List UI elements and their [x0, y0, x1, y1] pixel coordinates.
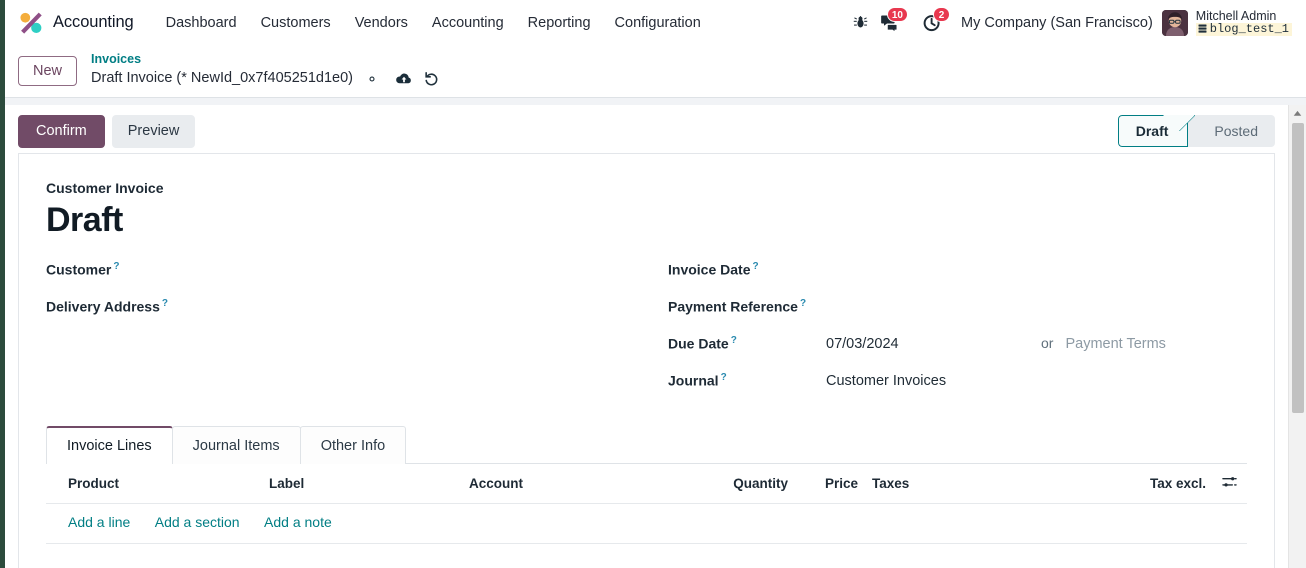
add-a-note-link[interactable]: Add a note [264, 514, 332, 530]
menu-item-configuration[interactable]: Configuration [603, 9, 713, 37]
confirm-button[interactable]: Confirm [18, 115, 105, 148]
tab-other-info[interactable]: Other Info [299, 425, 407, 464]
field-due-date-input[interactable]: 07/03/2024 [826, 336, 1041, 352]
due-date-or-separator: or [1041, 335, 1054, 352]
field-payment-reference-label: Payment Reference? [668, 297, 807, 315]
column-header-tax-excl[interactable]: Tax excl. [1116, 463, 1214, 504]
notebook: Invoice Lines Journal Items Other Info P… [46, 425, 1247, 568]
form-group-right: Invoice Date? Payment Reference? Due Dat… [668, 261, 1247, 409]
add-a-section-link[interactable]: Add a section [155, 514, 240, 530]
add-row: Add a line Add a section Add a note [46, 503, 1247, 544]
field-invoice-date-label: Invoice Date? [668, 260, 759, 278]
scroll-up-arrow-icon[interactable] [1289, 105, 1306, 121]
top-navbar: Accounting Dashboard Customers Vendors A… [5, 0, 1306, 45]
database-badge: blog_test_1 [1195, 21, 1292, 37]
form-group-left: Customer? Delivery Address? [46, 261, 668, 409]
tab-invoice-lines[interactable]: Invoice Lines [46, 425, 173, 464]
menu-item-vendors[interactable]: Vendors [343, 9, 420, 37]
database-name: blog_test_1 [1209, 21, 1289, 36]
field-delivery-address: Delivery Address? [46, 298, 668, 335]
invoice-lines-body: Add a line Add a section Add a note [46, 503, 1247, 544]
column-header-price[interactable]: Price [796, 463, 866, 504]
user-menu[interactable]: Mitchell Admin blog_test_1 [1161, 8, 1296, 37]
undo-icon[interactable] [419, 68, 445, 90]
field-payment-terms-input[interactable]: Payment Terms [1065, 336, 1165, 352]
tooltip-icon[interactable]: ? [752, 261, 758, 272]
form-fields-grid: Customer? Delivery Address? Invoice Date… [46, 261, 1247, 409]
activities-badge: 2 [933, 6, 950, 22]
activities-icon[interactable]: 2 [917, 6, 950, 38]
field-customer-label: Customer? [46, 260, 120, 278]
column-header-product[interactable]: Product [46, 463, 261, 504]
form-subtitle: Customer Invoice [46, 180, 164, 196]
app-brand-home[interactable]: Accounting [18, 10, 134, 36]
invoice-lines-table: Product Label Account Quantity Price Tax… [46, 463, 1247, 544]
field-due-date-label: Due Date? [668, 334, 737, 352]
form-action-bar: Confirm Preview Draft Posted [5, 105, 1288, 153]
breadcrumb-parent-invoices[interactable]: Invoices [91, 52, 141, 67]
form-sheet: Customer Invoice Draft Customer? Deliver… [18, 153, 1275, 568]
notebook-tabs: Invoice Lines Journal Items Other Info [46, 425, 1247, 464]
preview-button[interactable]: Preview [111, 115, 196, 148]
tooltip-icon[interactable]: ? [721, 372, 727, 383]
cloud-upload-icon[interactable] [391, 68, 417, 90]
tooltip-icon[interactable]: ? [113, 261, 119, 272]
field-payment-reference: Payment Reference? [668, 298, 1247, 335]
left-edge-strip [0, 0, 5, 568]
field-due-date: Due Date? 07/03/2024 or Payment Terms [668, 335, 1247, 372]
breadcrumb-current-record: Draft Invoice (* NewId_0x7f405251d1e0) [91, 69, 353, 86]
menu-item-customers[interactable]: Customers [249, 9, 343, 37]
field-customer: Customer? [46, 261, 668, 298]
column-header-taxes[interactable]: Taxes [866, 463, 1116, 504]
field-delivery-address-label: Delivery Address? [46, 297, 168, 315]
status-bar: Draft Posted [1117, 115, 1275, 147]
breadcrumb-bar: New Invoices Draft Invoice (* NewId_0x7f… [5, 45, 1306, 97]
field-journal: Journal? Customer Invoices [668, 372, 1247, 409]
field-journal-input[interactable]: Customer Invoices [826, 373, 946, 389]
tab-journal-items[interactable]: Journal Items [171, 425, 301, 464]
column-header-account[interactable]: Account [461, 463, 691, 504]
scrollbar-thumb[interactable] [1292, 123, 1304, 413]
sheet-top-band [5, 97, 1306, 105]
menu-item-accounting[interactable]: Accounting [420, 9, 516, 37]
status-stage-posted[interactable]: Posted [1188, 115, 1275, 147]
menu-item-reporting[interactable]: Reporting [516, 9, 603, 37]
new-record-button[interactable]: New [18, 55, 78, 87]
lines-filler [46, 544, 1247, 568]
database-icon [1198, 24, 1207, 33]
company-switcher[interactable]: My Company (San Francisco) [961, 15, 1153, 31]
odoo-logo-icon [18, 10, 44, 36]
column-header-quantity[interactable]: Quantity [691, 463, 796, 504]
field-invoice-date: Invoice Date? [668, 261, 1247, 298]
menu-item-dashboard[interactable]: Dashboard [154, 9, 249, 37]
tooltip-icon[interactable]: ? [731, 335, 737, 346]
breadcrumb: Invoices Draft Invoice (* NewId_0x7f4052… [91, 52, 445, 89]
bug-icon[interactable] [845, 8, 875, 38]
vertical-scrollbar[interactable] [1288, 105, 1306, 568]
tooltip-icon[interactable]: ? [162, 298, 168, 309]
app-name: Accounting [53, 13, 134, 31]
form-view-container: Confirm Preview Draft Posted Customer In… [5, 105, 1288, 568]
user-identity: Mitchell Admin blog_test_1 [1195, 8, 1292, 37]
tooltip-icon[interactable]: ? [800, 298, 806, 309]
column-header-label[interactable]: Label [261, 463, 461, 504]
navbar-systray: 10 2 My Company (San Francisco) Mitchell… [845, 6, 1306, 38]
messages-badge: 10 [886, 6, 908, 22]
main-menu: Dashboard Customers Vendors Accounting R… [154, 9, 713, 37]
status-stage-draft[interactable]: Draft [1117, 115, 1189, 147]
user-name: Mitchell Admin [1195, 8, 1277, 23]
add-a-line-link[interactable]: Add a line [68, 514, 130, 530]
field-journal-label: Journal? [668, 371, 727, 389]
table-header-row: Product Label Account Quantity Price Tax… [46, 463, 1247, 504]
page-title: Draft [46, 201, 123, 239]
notebook-panel-invoice-lines: Product Label Account Quantity Price Tax… [46, 462, 1247, 568]
gear-icon[interactable] [359, 68, 385, 90]
column-options-icon[interactable] [1214, 463, 1247, 504]
avatar [1161, 9, 1188, 36]
messages-icon[interactable]: 10 [875, 6, 908, 38]
